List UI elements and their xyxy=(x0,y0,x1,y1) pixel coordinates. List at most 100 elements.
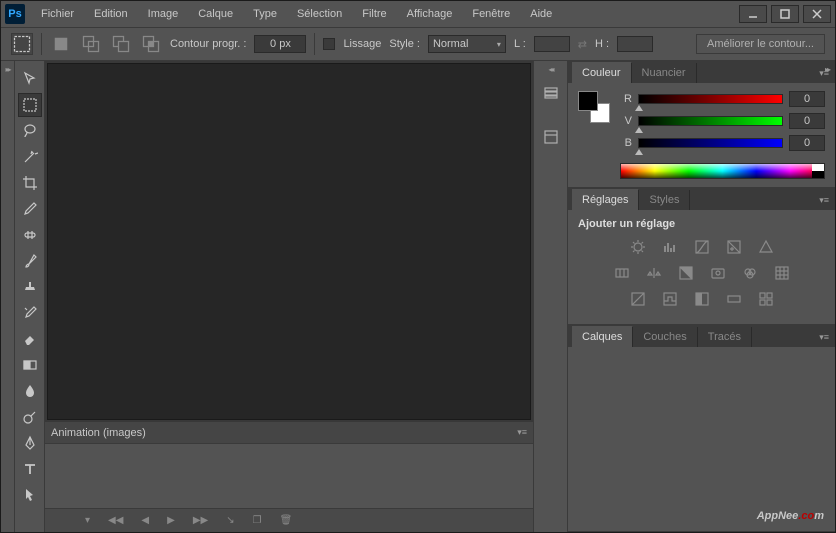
clone-stamp-tool[interactable] xyxy=(18,275,42,299)
canvas[interactable] xyxy=(47,63,531,420)
panel-menu-icon[interactable]: ▾≡ xyxy=(813,191,835,210)
tab-color[interactable]: Couleur xyxy=(572,62,632,83)
double-chevron-right-icon[interactable]: ▸▸ xyxy=(825,65,829,74)
anim-loop-select[interactable]: ▾ xyxy=(85,515,90,526)
invert-icon[interactable] xyxy=(629,290,647,308)
minimize-button[interactable] xyxy=(739,5,767,23)
anim-delete-button[interactable]: 🗑 xyxy=(280,515,293,526)
type-tool[interactable] xyxy=(18,457,42,481)
color-balance-icon[interactable] xyxy=(645,264,663,282)
anim-first-button[interactable]: ◀◀ xyxy=(108,515,123,526)
color-lookup-icon[interactable] xyxy=(773,264,791,282)
height-label: H : xyxy=(595,38,609,50)
sel-intersect-icon[interactable] xyxy=(140,33,162,55)
anim-prev-button[interactable]: ◀ xyxy=(141,515,149,526)
threshold-icon[interactable] xyxy=(693,290,711,308)
vibrance-icon[interactable] xyxy=(757,238,775,256)
sel-add-icon[interactable] xyxy=(80,33,102,55)
path-select-tool[interactable] xyxy=(18,483,42,507)
adjustments-panel: Réglages Styles ▾≡ Ajouter un réglage xyxy=(568,188,835,325)
healing-brush-tool[interactable] xyxy=(18,223,42,247)
value-v-input[interactable] xyxy=(789,113,825,129)
slider-b[interactable] xyxy=(638,138,783,148)
black-white-icon[interactable] xyxy=(677,264,695,282)
refine-edge-button[interactable]: Améliorer le contour... xyxy=(696,34,825,54)
tab-paths[interactable]: Tracés xyxy=(698,327,752,347)
photo-filter-icon[interactable] xyxy=(709,264,727,282)
slider-r[interactable] xyxy=(638,94,783,104)
menu-image[interactable]: Image xyxy=(138,4,189,24)
pen-tool[interactable] xyxy=(18,431,42,455)
tab-layers[interactable]: Calques xyxy=(572,326,633,347)
anim-tween-button[interactable]: ↘ xyxy=(226,515,234,526)
lasso-tool[interactable] xyxy=(18,119,42,143)
history-panel-icon[interactable] xyxy=(539,81,563,105)
tab-channels[interactable]: Couches xyxy=(633,327,697,347)
eyedropper-tool[interactable] xyxy=(18,197,42,221)
properties-panel-icon[interactable] xyxy=(539,125,563,149)
app-logo: Ps xyxy=(5,4,25,24)
dodge-tool[interactable] xyxy=(18,405,42,429)
menu-type[interactable]: Type xyxy=(243,4,287,24)
foreground-swatch[interactable] xyxy=(578,91,598,111)
marquee-tool[interactable] xyxy=(18,93,42,117)
levels-icon[interactable] xyxy=(661,238,679,256)
move-tool[interactable] xyxy=(18,67,42,91)
channel-mixer-icon[interactable] xyxy=(741,264,759,282)
tools-expand-grip[interactable]: ▸▸ xyxy=(1,61,15,532)
feather-input[interactable] xyxy=(254,35,306,53)
layers-list[interactable] xyxy=(568,347,835,497)
close-button[interactable] xyxy=(803,5,831,23)
anim-new-frame-button[interactable]: ❐ xyxy=(253,515,262,526)
menu-help[interactable]: Aide xyxy=(520,4,562,24)
eraser-tool[interactable] xyxy=(18,327,42,351)
fg-bg-swatches[interactable] xyxy=(578,91,610,123)
panel-menu-icon[interactable]: ▾≡ xyxy=(517,427,527,438)
hue-sat-icon[interactable] xyxy=(613,264,631,282)
posterize-icon[interactable] xyxy=(661,290,679,308)
marquee-tool-icon[interactable] xyxy=(11,33,33,55)
anim-next-button[interactable]: ▶▶ xyxy=(193,515,208,526)
value-b-input[interactable] xyxy=(789,135,825,151)
magic-wand-tool[interactable] xyxy=(18,145,42,169)
exposure-icon[interactable] xyxy=(725,238,743,256)
sel-subtract-icon[interactable] xyxy=(110,33,132,55)
animation-panel-header[interactable]: Animation (images) ▾≡ xyxy=(45,422,533,444)
swap-wh-icon[interactable]: ⇄ xyxy=(578,38,587,51)
menu-window[interactable]: Fenêtre xyxy=(462,4,520,24)
antialias-checkbox[interactable] xyxy=(323,38,335,50)
height-input[interactable] xyxy=(617,36,653,52)
sel-new-icon[interactable] xyxy=(50,33,72,55)
options-bar: Contour progr. : Lissage Style : Normal▾… xyxy=(1,27,835,61)
layers-panel: Calques Couches Tracés ▾≡ xyxy=(568,325,835,532)
menu-layer[interactable]: Calque xyxy=(188,4,243,24)
anim-play-button[interactable]: ▶ xyxy=(167,515,175,526)
panel-menu-icon[interactable]: ▾≡ xyxy=(813,328,835,347)
style-select[interactable]: Normal▾ xyxy=(428,35,506,53)
blur-tool[interactable] xyxy=(18,379,42,403)
bw-ramp[interactable] xyxy=(812,164,824,178)
tab-styles[interactable]: Styles xyxy=(639,190,690,210)
gradient-tool[interactable] xyxy=(18,353,42,377)
tab-adjustments[interactable]: Réglages xyxy=(572,189,639,210)
menu-view[interactable]: Affichage xyxy=(397,4,463,24)
maximize-button[interactable] xyxy=(771,5,799,23)
selective-color-icon[interactable] xyxy=(757,290,775,308)
value-r-input[interactable] xyxy=(789,91,825,107)
crop-tool[interactable] xyxy=(18,171,42,195)
curves-icon[interactable] xyxy=(693,238,711,256)
color-spectrum[interactable] xyxy=(620,163,825,179)
menu-edit[interactable]: Edition xyxy=(84,4,138,24)
menu-filter[interactable]: Filtre xyxy=(352,4,396,24)
animation-frames-area xyxy=(45,444,533,508)
width-input[interactable] xyxy=(534,36,570,52)
brightness-contrast-icon[interactable] xyxy=(629,238,647,256)
gradient-map-icon[interactable] xyxy=(725,290,743,308)
double-chevron-left-icon[interactable]: ◂◂ xyxy=(548,65,552,74)
tab-swatches[interactable]: Nuancier xyxy=(632,63,697,83)
menu-file[interactable]: Fichier xyxy=(31,4,84,24)
history-brush-tool[interactable] xyxy=(18,301,42,325)
menu-select[interactable]: Sélection xyxy=(287,4,352,24)
brush-tool[interactable] xyxy=(18,249,42,273)
slider-v[interactable] xyxy=(638,116,783,126)
